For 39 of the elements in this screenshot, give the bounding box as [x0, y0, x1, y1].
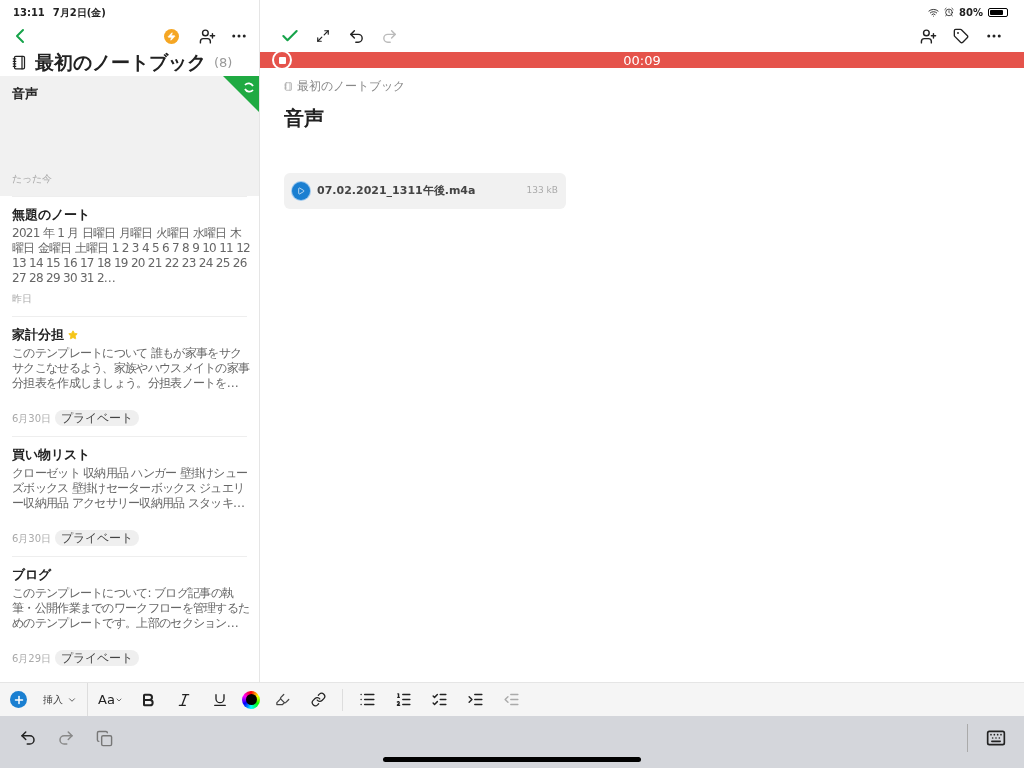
stop-recording-button[interactable]: [272, 50, 292, 70]
note-count: (8): [214, 53, 233, 72]
note-title: 無題のノート: [12, 206, 90, 224]
note-tag[interactable]: プライベート: [55, 410, 140, 426]
notebook-icon: [12, 54, 27, 70]
status-time: 13:11: [13, 5, 45, 20]
wifi-icon: [928, 6, 940, 18]
battery-icon: [988, 7, 1008, 17]
alarm-icon: [944, 7, 955, 17]
battery-percent: 80%: [959, 5, 983, 20]
note-title: 家計分担: [12, 326, 64, 344]
breadcrumb[interactable]: 最初のノートブック: [297, 77, 405, 95]
note-snippet: クローゼット 収納用品 ハンガー 壁掛けシューズボックス 壁掛けセーターボックス ジュエリー収納用品 アクセサリー収納用品 スタッキ…: [12, 465, 249, 511]
note-tag[interactable]: プライベート: [55, 650, 140, 666]
attachment-size: 133 kB: [526, 184, 558, 198]
attachment-name: 07.02.2021_1311午後.m4a: [317, 182, 477, 199]
play-icon[interactable]: [292, 182, 310, 200]
audio-attachment[interactable]: 07.02.2021_1311午後.m4a 133 kB: [284, 173, 566, 209]
note-date: 6月30日: [12, 411, 52, 426]
note-date: 昨日: [12, 292, 32, 306]
note-snippet: このテンプレートについて: ブログ記事の執筆・公開作業までのワークフローを管理するためのテンプレートです。上部のセクション…: [12, 585, 251, 631]
note-tag[interactable]: プライベート: [55, 530, 140, 546]
note-title: 音声: [12, 85, 38, 103]
note-title: ブログ: [12, 566, 51, 584]
color-picker-icon[interactable]: [242, 690, 260, 709]
font-size-menu[interactable]: Aa: [98, 689, 126, 710]
note-title[interactable]: 音声: [284, 103, 1000, 133]
recording-time: 00:09: [623, 53, 661, 67]
note-date: 6月29日: [12, 651, 52, 666]
note-snippet: 2021 年 1 月 日曜日 月曜日 火曜日 水曜日 木曜日 金曜日 土曜日 1 2 3 4 5 6 7 8 9 10 11 12 13 14 15 16 17 18 19 20 21 22 23 24 25 26 27 28 29 30 31 2…: [12, 225, 251, 286]
note-date: 6月30日: [12, 531, 52, 546]
sync-badge-icon: [223, 76, 259, 112]
insert-menu[interactable]: 挿入: [35, 692, 77, 707]
status-date: 7月2日(金): [52, 5, 106, 20]
note-snippet: このテンプレートについて 誰もが家事をサクサクこなせるよう、家族やハウスメイトの家事分担表を作成しましょう。分担表ノートを…: [12, 345, 251, 391]
note-title: 買い物リスト: [12, 446, 90, 464]
notebook-title: 最初のノートブック: [35, 49, 206, 75]
insert-plus-icon[interactable]: [10, 691, 27, 708]
notebook-icon: [284, 81, 293, 91]
